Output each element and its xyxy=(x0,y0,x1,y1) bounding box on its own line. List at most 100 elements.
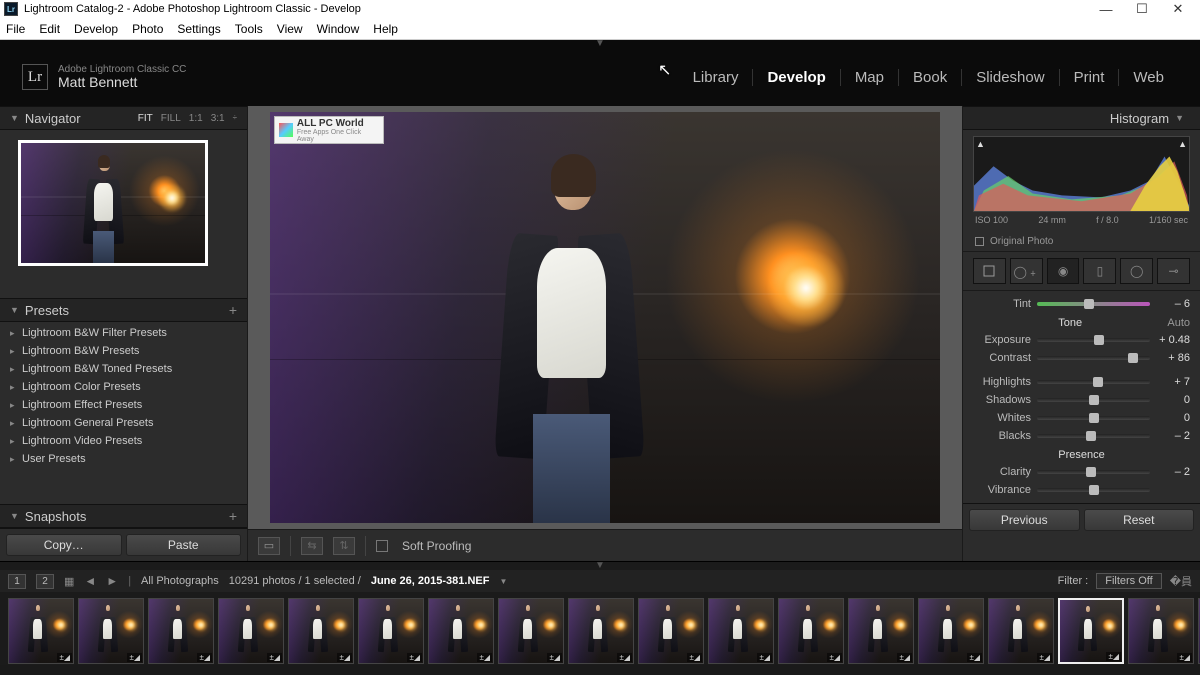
preset-folder[interactable]: Lightroom B&W Filter Presets xyxy=(0,324,247,342)
zoom-1-1[interactable]: 1:1 xyxy=(189,113,203,124)
reset-button[interactable]: Reset xyxy=(1084,509,1195,531)
crop-tool-icon[interactable] xyxy=(973,258,1006,284)
nav-back-icon[interactable]: ◄ xyxy=(84,574,96,588)
filmstrip-thumb[interactable]: ±◢ xyxy=(638,598,704,664)
top-panel-toggle[interactable]: ▼ xyxy=(0,40,1200,48)
histogram-metadata: ISO 10024 mmf / 8.01/160 sec xyxy=(973,212,1190,228)
filmstrip-thumb[interactable]: ±◢ xyxy=(288,598,354,664)
disclosure-triangle-icon: ▼ xyxy=(1175,113,1184,123)
grad-filter-icon[interactable]: ▯ xyxy=(1083,258,1116,284)
presets-header[interactable]: ▼ Presets + xyxy=(0,298,247,322)
navigator-thumbnail[interactable] xyxy=(18,140,208,266)
radial-filter-icon[interactable]: ◯ xyxy=(1120,258,1153,284)
nav-fwd-icon[interactable]: ► xyxy=(106,574,118,588)
preset-folder[interactable]: Lightroom B&W Presets xyxy=(0,342,247,360)
preset-folder[interactable]: User Presets xyxy=(0,450,247,468)
filmstrip-thumbs[interactable]: ±◢±◢±◢±◢±◢±◢±◢±◢±◢±◢±◢±◢±◢±◢±◢±◢±◢±◢ xyxy=(0,592,1200,665)
filmstrip-thumb[interactable]: ±◢ xyxy=(428,598,494,664)
tint-slider[interactable]: Tint – 6 xyxy=(973,295,1190,313)
filmstrip-thumb[interactable]: ±◢ xyxy=(848,598,914,664)
monitor-2-button[interactable]: 2 xyxy=(36,574,54,589)
filmstrip-thumb[interactable]: ±◢ xyxy=(708,598,774,664)
disclosure-triangle-icon: ▼ xyxy=(10,305,19,315)
menu-edit[interactable]: Edit xyxy=(39,22,60,36)
before-after-lr-icon[interactable]: ⇆ xyxy=(301,537,323,555)
filmstrip-thumb[interactable]: ±◢ xyxy=(988,598,1054,664)
menu-help[interactable]: Help xyxy=(373,22,398,36)
menu-view[interactable]: View xyxy=(277,22,303,36)
brush-tool-icon[interactable]: ⊸ xyxy=(1157,258,1190,284)
menu-window[interactable]: Window xyxy=(317,22,360,36)
menu-file[interactable]: File xyxy=(6,22,25,36)
filmstrip-thumb[interactable]: ±◢ xyxy=(498,598,564,664)
paste-button[interactable]: Paste xyxy=(126,534,242,556)
module-web[interactable]: Web xyxy=(1118,69,1178,86)
window-titlebar: Lr Lightroom Catalog-2 - Adobe Photoshop… xyxy=(0,0,1200,18)
exposure-slider[interactable]: Exposure+ 0.48 xyxy=(973,331,1190,349)
highlights-slider[interactable]: Highlights+ 7 xyxy=(973,373,1190,391)
image-stage[interactable]: ALL PC World Free Apps One Click Away xyxy=(248,106,962,529)
histogram-header[interactable]: Histogram ▼ xyxy=(963,106,1200,130)
redeye-tool-icon[interactable]: ◉ xyxy=(1047,258,1080,284)
shadows-slider[interactable]: Shadows0 xyxy=(973,391,1190,409)
module-print[interactable]: Print xyxy=(1059,69,1119,86)
menu-develop[interactable]: Develop xyxy=(74,22,118,36)
navigator-zoom-levels[interactable]: FITFILL1:13:1÷ xyxy=(138,113,237,124)
module-map[interactable]: Map xyxy=(840,69,898,86)
soft-proofing-checkbox[interactable] xyxy=(376,540,388,552)
module-slideshow[interactable]: Slideshow xyxy=(961,69,1058,86)
loupe-view-icon[interactable]: ▭ xyxy=(258,537,280,555)
grid-icon[interactable]: ▦ xyxy=(64,575,74,588)
filmstrip-thumb[interactable]: ±◢ xyxy=(1128,598,1194,664)
add-preset-icon[interactable]: + xyxy=(229,302,237,318)
zoom-fit[interactable]: FIT xyxy=(138,113,153,124)
main-photo[interactable]: ALL PC World Free Apps One Click Away xyxy=(270,112,940,523)
close-button[interactable]: ✕ xyxy=(1160,1,1196,17)
filmstrip-thumb[interactable]: ±◢ xyxy=(8,598,74,664)
zoom-fill[interactable]: FILL xyxy=(161,113,181,124)
original-photo-toggle[interactable]: Original Photo xyxy=(963,232,1200,251)
filmstrip-thumb[interactable]: ±◢ xyxy=(918,598,984,664)
preset-folder[interactable]: Lightroom Video Presets xyxy=(0,432,247,450)
collection-name[interactable]: All Photographs xyxy=(141,575,219,587)
preset-folder[interactable]: Lightroom Effect Presets xyxy=(0,396,247,414)
preset-folder[interactable]: Lightroom Color Presets xyxy=(0,378,247,396)
contrast-slider[interactable]: Contrast+ 86 xyxy=(973,349,1190,367)
filmstrip-thumb[interactable]: ±◢ xyxy=(358,598,424,664)
filter-dropdown[interactable]: Filters Off xyxy=(1096,573,1161,589)
bottom-panel-toggle[interactable]: ▼ xyxy=(0,562,1200,570)
spot-tool-icon[interactable]: ◯﹢ xyxy=(1010,258,1043,284)
zoom-3-1[interactable]: 3:1 xyxy=(211,113,225,124)
preset-folder[interactable]: Lightroom General Presets xyxy=(0,414,247,432)
filename-dropdown-icon[interactable]: ▼ xyxy=(499,577,507,586)
filter-lock-icon[interactable]: �員 xyxy=(1170,573,1192,589)
filmstrip-thumb[interactable]: ±◢ xyxy=(78,598,144,664)
add-snapshot-icon[interactable]: + xyxy=(229,508,237,524)
before-after-tb-icon[interactable]: ⇅ xyxy=(333,537,355,555)
filmstrip-thumb[interactable]: ±◢ xyxy=(218,598,284,664)
menu-photo[interactable]: Photo xyxy=(132,22,163,36)
snapshots-header[interactable]: ▼ Snapshots + xyxy=(0,504,247,528)
module-develop[interactable]: Develop xyxy=(752,69,839,86)
preset-folder[interactable]: Lightroom B&W Toned Presets xyxy=(0,360,247,378)
maximize-button[interactable]: ☐ xyxy=(1124,1,1160,17)
monitor-1-button[interactable]: 1 xyxy=(8,574,26,589)
menu-settings[interactable]: Settings xyxy=(177,22,220,36)
module-library[interactable]: Library xyxy=(679,69,753,86)
clarity-slider[interactable]: Clarity– 2 xyxy=(973,463,1190,481)
filmstrip-thumb[interactable]: ±◢ xyxy=(568,598,634,664)
whites-slider[interactable]: Whites0 xyxy=(973,409,1190,427)
menu-tools[interactable]: Tools xyxy=(235,22,263,36)
copy-button[interactable]: Copy… xyxy=(6,534,122,556)
filmstrip-thumb[interactable]: ±◢ xyxy=(1058,598,1124,664)
filmstrip-thumb[interactable]: ±◢ xyxy=(778,598,844,664)
filmstrip-thumb[interactable]: ±◢ xyxy=(148,598,214,664)
auto-button[interactable]: Auto xyxy=(1167,317,1190,329)
module-book[interactable]: Book xyxy=(898,69,961,86)
previous-button[interactable]: Previous xyxy=(969,509,1080,531)
navigator-header[interactable]: ▼ Navigator FITFILL1:13:1÷ xyxy=(0,106,247,130)
blacks-slider[interactable]: Blacks– 2 xyxy=(973,427,1190,445)
histogram-graph[interactable]: ▲ ▲ xyxy=(973,136,1190,212)
vibrance-slider[interactable]: Vibrance xyxy=(973,481,1190,499)
minimize-button[interactable]: — xyxy=(1088,2,1124,17)
